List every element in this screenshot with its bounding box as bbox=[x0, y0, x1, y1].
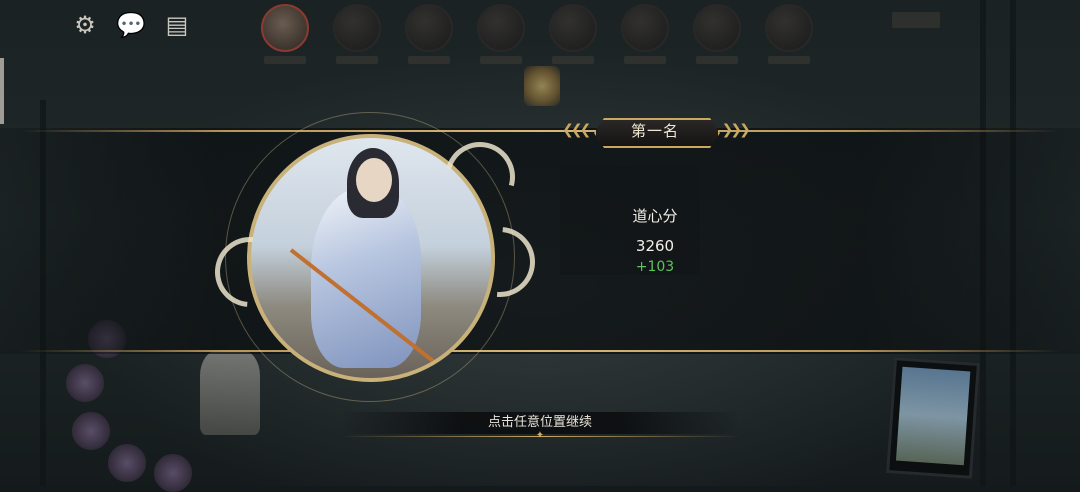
avatar bbox=[765, 4, 813, 52]
hanging-lantern bbox=[524, 66, 560, 106]
player-slot[interactable] bbox=[260, 4, 310, 64]
player-slot[interactable] bbox=[404, 4, 454, 64]
rank-label: 第一名 bbox=[630, 122, 679, 140]
avatar-name-bar bbox=[336, 56, 378, 64]
avatar bbox=[405, 4, 453, 52]
avatar bbox=[693, 4, 741, 52]
score-value: 3260 bbox=[635, 237, 675, 255]
chevron-left-ornament: ❮❮❮ bbox=[562, 122, 591, 138]
corner-tag bbox=[892, 12, 940, 28]
avatar-name-bar bbox=[624, 56, 666, 64]
character-portrait bbox=[200, 112, 550, 402]
player-slot[interactable] bbox=[476, 4, 526, 64]
player-avatar-row bbox=[260, 4, 814, 64]
scroll-painting bbox=[886, 357, 980, 479]
result-band bbox=[0, 128, 1080, 354]
avatar bbox=[333, 4, 381, 52]
lotus-ornament-icon: ✦ bbox=[535, 430, 545, 441]
avatar-name-bar bbox=[408, 56, 450, 64]
avatar-name-bar bbox=[264, 56, 306, 64]
scroll-icon[interactable]: ▤ bbox=[162, 10, 192, 40]
unit-token[interactable] bbox=[108, 444, 146, 482]
unit-token[interactable] bbox=[66, 364, 104, 402]
player-slot[interactable] bbox=[620, 4, 670, 64]
unit-token[interactable] bbox=[154, 454, 192, 492]
chevron-right-ornament: ❯❯❯ bbox=[721, 122, 751, 138]
avatar bbox=[549, 4, 597, 52]
avatar-name-bar bbox=[696, 56, 738, 64]
painting-image bbox=[895, 366, 971, 466]
avatar bbox=[261, 4, 309, 52]
avatar-name-bar bbox=[768, 56, 810, 64]
player-slot[interactable] bbox=[548, 4, 598, 64]
top-toolbar: ⚙ 💬 ▤ bbox=[70, 10, 192, 40]
rank-banner: ❮❮❮ 第一名 ❯❯❯ bbox=[560, 118, 751, 144]
unit-token[interactable] bbox=[72, 412, 110, 450]
side-handle[interactable] bbox=[0, 58, 4, 124]
avatar-name-bar bbox=[480, 56, 522, 64]
player-slot[interactable] bbox=[692, 4, 742, 64]
gear-icon[interactable]: ⚙ bbox=[70, 10, 100, 40]
band-top-border bbox=[20, 130, 1060, 132]
player-slot[interactable] bbox=[332, 4, 382, 64]
chat-icon[interactable]: 💬 bbox=[116, 10, 146, 40]
avatar-name-bar bbox=[552, 56, 594, 64]
character-face bbox=[356, 158, 392, 202]
player-slot[interactable] bbox=[764, 4, 814, 64]
avatar bbox=[621, 4, 669, 52]
avatar bbox=[477, 4, 525, 52]
score-delta: +103 bbox=[635, 259, 675, 275]
score-label: 道心分 bbox=[632, 207, 678, 225]
band-bottom-border bbox=[20, 350, 1060, 352]
